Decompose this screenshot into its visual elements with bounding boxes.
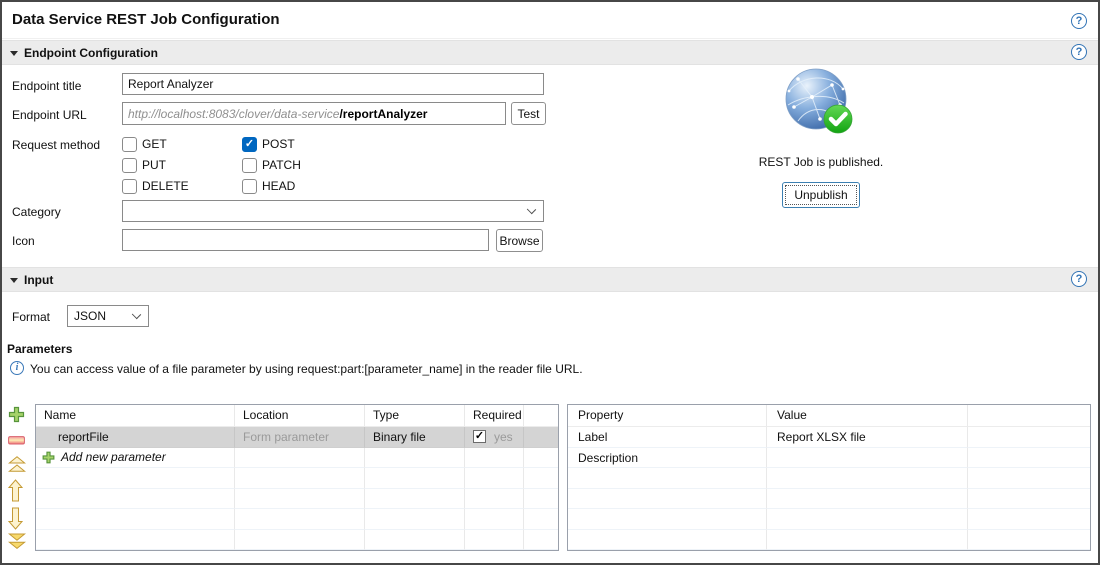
endpoint-url-prefix: http://localhost:8083/clover/data-servic… [128,106,340,121]
property-row-description[interactable]: Description [568,447,1090,468]
help-icon[interactable]: ? [1071,13,1087,29]
collapse-triangle-icon [10,51,18,56]
chevron-down-icon [526,204,537,215]
add-parameter-button[interactable] [8,404,28,424]
double-chevron-down-icon [8,533,26,550]
checkbox-icon[interactable] [242,136,257,152]
method-checkbox-get[interactable]: GET [122,136,167,152]
request-method-label: Request method [12,138,101,152]
data-service-config-dialog: Data Service REST Job Configuration ? En… [0,0,1100,565]
section-header-endpoint-configuration[interactable]: Endpoint Configuration [2,40,1098,65]
section-title: Endpoint Configuration [24,46,158,60]
method-checkbox-put[interactable]: PUT [122,157,166,173]
help-icon-input[interactable]: ? [1071,271,1087,287]
column-header-property: Property [568,405,767,427]
collapse-triangle-icon [10,278,18,283]
globe-published-icon [785,68,853,134]
property-value-cell[interactable]: Report XLSX file [767,427,968,448]
double-chevron-up-icon [8,456,26,472]
column-header-name: Name [36,405,235,427]
move-up-button[interactable] [8,478,28,502]
section-title: Input [24,273,54,287]
table-row-empty [568,488,1090,509]
parameters-heading: Parameters [7,342,73,356]
checkbox-icon[interactable] [122,178,137,194]
column-header-value: Value [767,405,968,427]
column-header-location: Location [235,405,365,427]
checkbox-icon[interactable] [122,157,137,173]
property-value-cell[interactable] [767,447,968,468]
property-name-cell: Label [568,427,767,448]
table-row-empty [568,529,1090,550]
parameters-table-header: Name Location Type Required [36,405,558,427]
param-location-cell[interactable]: Form parameter [235,427,365,448]
column-header-extra [968,405,1090,427]
move-down-button[interactable] [8,506,28,530]
table-row-empty [36,488,558,509]
arrow-up-icon [8,478,23,501]
category-label: Category [12,205,61,219]
checkbox-icon[interactable] [122,136,137,152]
browse-button[interactable]: Browse [496,229,543,252]
title-bar: Data Service REST Job Configuration [2,2,1098,39]
column-header-type: Type [365,405,465,427]
column-header-extra [524,405,558,427]
required-label: yes [494,429,513,444]
icon-input[interactable] [122,229,489,251]
parameter-properties-table: Property Value Label Report XLSX file De… [567,404,1091,551]
page-title: Data Service REST Job Configuration [12,11,280,28]
section-header-input[interactable]: Input [2,267,1098,292]
property-name-cell: Description [568,447,767,468]
endpoint-title-input[interactable] [122,73,544,95]
table-row-empty [36,509,558,530]
method-checkbox-post[interactable]: POST [242,136,295,152]
endpoint-url-path: /reportAnalyzer [339,106,428,121]
arrow-down-icon [8,507,23,530]
publish-status-text: REST Job is published. [758,155,884,169]
table-row-empty [36,529,558,550]
properties-table-header: Property Value [568,405,1090,427]
format-label: Format [12,310,51,324]
required-checkbox[interactable] [473,430,486,444]
table-row-empty [568,468,1090,489]
add-new-parameter-label: Add new parameter [61,450,166,465]
info-icon: i [10,361,24,375]
method-checkbox-delete[interactable]: DELETE [122,178,189,194]
move-top-button[interactable] [8,456,28,473]
format-select[interactable]: JSON [67,305,149,327]
icon-label: Icon [12,234,35,248]
column-header-required: Required [465,405,524,427]
chevron-down-icon [131,309,142,320]
endpoint-url-input[interactable]: http://localhost:8083/clover/data-servic… [122,102,506,125]
minus-icon [8,435,25,445]
move-bottom-button[interactable] [8,533,28,550]
method-checkbox-patch[interactable]: PATCH [242,157,301,173]
format-selected-value: JSON [74,309,107,323]
parameters-table: Name Location Type Required reportFile F… [35,404,559,551]
unpublish-button[interactable]: Unpublish [782,182,860,208]
plus-icon [42,451,55,464]
property-row-label[interactable]: Label Report XLSX file [568,427,1090,448]
category-select[interactable] [122,200,544,222]
parameter-row-reportfile[interactable]: reportFile Form parameter Binary file ye… [36,427,558,448]
parameters-info-text: You can access value of a file parameter… [30,362,583,376]
endpoint-title-label: Endpoint title [12,79,82,93]
param-required-cell[interactable]: yes [465,427,524,448]
help-icon-endpoint[interactable]: ? [1071,44,1087,60]
table-row-empty [36,468,558,489]
test-button[interactable]: Test [511,102,546,125]
plus-icon [8,406,25,422]
checkbox-icon[interactable] [242,178,257,194]
table-row-empty [568,509,1090,530]
param-type-cell[interactable]: Binary file [365,427,465,448]
param-name-cell[interactable]: reportFile [36,427,235,448]
remove-parameter-button[interactable] [8,430,28,450]
method-checkbox-head[interactable]: HEAD [242,178,295,194]
checkbox-icon[interactable] [242,157,257,173]
endpoint-url-label: Endpoint URL [12,108,87,122]
add-new-parameter-row[interactable]: Add new parameter [36,447,558,468]
